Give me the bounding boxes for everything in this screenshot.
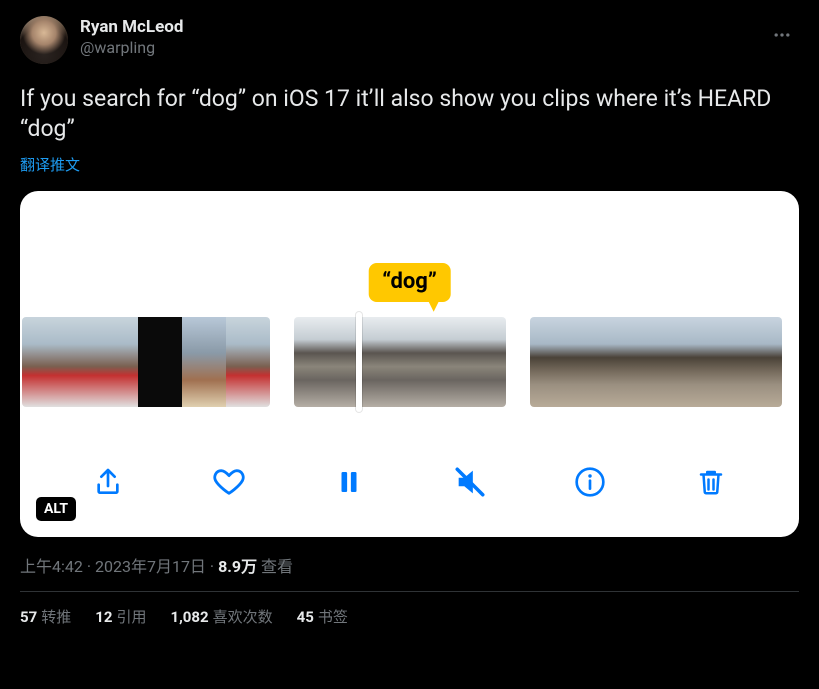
views-count: 8.9万 — [218, 557, 257, 576]
video-thumbnail — [382, 317, 426, 407]
more-icon — [772, 25, 792, 45]
quotes-stat[interactable]: 12引用 — [95, 606, 146, 627]
video-thumbnail — [58, 317, 94, 407]
trash-icon — [696, 467, 726, 497]
info-button[interactable] — [570, 462, 610, 502]
media-card[interactable]: “dog” — [20, 191, 799, 537]
video-thumbnail — [602, 317, 638, 407]
clip-group[interactable] — [530, 317, 782, 407]
avatar[interactable] — [20, 16, 68, 64]
mute-button[interactable] — [450, 462, 490, 502]
time[interactable]: 上午4:42 — [20, 557, 83, 576]
more-button[interactable] — [765, 18, 799, 52]
video-timeline[interactable] — [20, 317, 799, 407]
video-thumbnail — [530, 317, 566, 407]
share-icon — [92, 466, 124, 498]
clip-group[interactable] — [294, 317, 506, 407]
search-term-tooltip: “dog” — [368, 263, 451, 302]
video-thumbnail — [710, 317, 746, 407]
heart-icon — [212, 465, 246, 499]
divider — [20, 591, 799, 592]
video-thumbnail — [470, 317, 506, 407]
tweet-container: Ryan McLeod @warpling If you search for … — [0, 0, 819, 643]
video-thumbnail — [674, 317, 710, 407]
delete-button[interactable] — [691, 462, 731, 502]
tweet-header: Ryan McLeod @warpling — [20, 16, 799, 64]
video-thumbnail — [566, 317, 602, 407]
clip-group[interactable] — [22, 317, 270, 407]
pause-icon — [334, 467, 364, 497]
display-name: Ryan McLeod — [80, 16, 183, 38]
alt-badge[interactable]: ALT — [36, 497, 76, 521]
pause-button[interactable] — [329, 462, 369, 502]
video-thumbnail — [426, 317, 470, 407]
video-thumbnail — [182, 317, 226, 407]
info-icon — [574, 466, 606, 498]
tweet-text: If you search for “dog” on iOS 17 it’ll … — [20, 84, 799, 144]
media-controls — [20, 457, 799, 507]
author-names[interactable]: Ryan McLeod @warpling — [80, 16, 183, 59]
video-thumbnail — [226, 317, 270, 407]
video-thumbnail — [294, 317, 338, 407]
date[interactable]: 2023年7月17日 — [95, 557, 206, 576]
video-thumbnail — [638, 317, 674, 407]
like-button[interactable] — [209, 462, 249, 502]
video-thumbnail — [746, 317, 782, 407]
tweet-meta: 上午4:42 · 2023年7月17日 · 8.9万 查看 — [20, 553, 799, 577]
handle: @warpling — [80, 38, 183, 59]
views-label: 查看 — [257, 557, 293, 576]
likes-stat[interactable]: 1,082喜欢次数 — [170, 606, 272, 627]
retweets-stat[interactable]: 57转推 — [20, 606, 71, 627]
playhead[interactable] — [356, 312, 362, 412]
share-button[interactable] — [88, 462, 128, 502]
video-thumbnail — [94, 317, 138, 407]
video-thumbnail — [138, 317, 182, 407]
engagement-stats: 57转推 12引用 1,082喜欢次数 45书签 — [20, 606, 799, 627]
bookmarks-stat[interactable]: 45书签 — [297, 606, 348, 627]
video-thumbnail — [22, 317, 58, 407]
translate-link[interactable]: 翻译推文 — [20, 154, 799, 175]
muted-icon — [453, 465, 487, 499]
